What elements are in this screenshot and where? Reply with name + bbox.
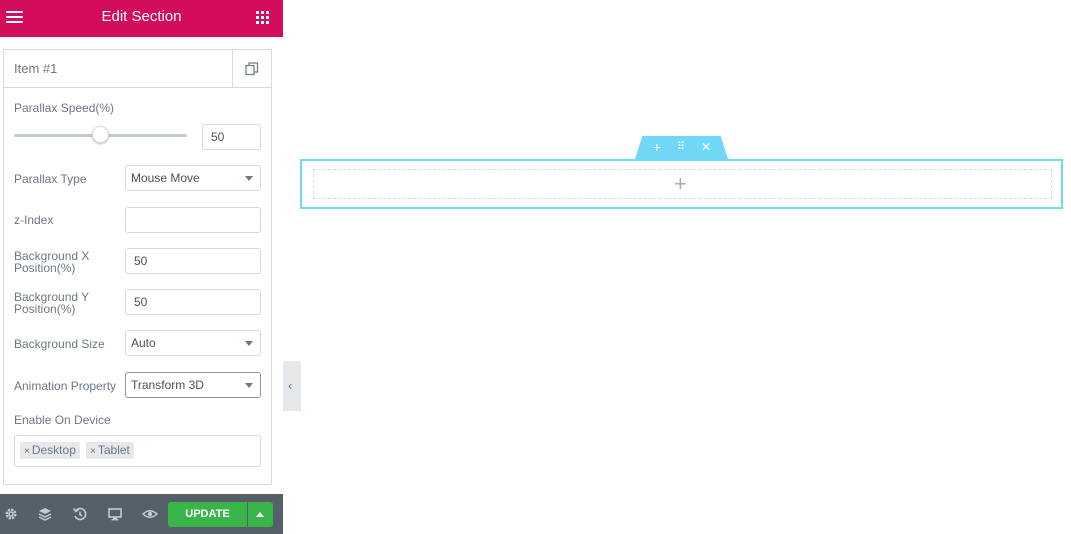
background-size-select[interactable]: Auto [125, 330, 261, 356]
device-tag-desktop: × Desktop [20, 442, 80, 459]
enable-on-device-label: Enable On Device [14, 413, 111, 427]
repeater-item-title: Item #1 [14, 61, 58, 76]
device-multiselect[interactable]: × Desktop × Tablet [14, 435, 261, 467]
background-y-input[interactable]: 50 [125, 289, 261, 315]
device-tag-label: Tablet [97, 443, 130, 457]
drag-section-icon[interactable]: ⠿ [673, 139, 689, 156]
parallax-type-value: Mouse Move [131, 171, 200, 185]
z-index-input[interactable] [125, 207, 261, 233]
panel-collapse-button[interactable]: ‹ [283, 361, 301, 411]
duplicate-button[interactable] [232, 50, 271, 88]
remove-tag-icon[interactable]: × [90, 446, 96, 457]
editor-panel: Edit Section Item #1 Parallax Speed(%) 5… [0, 0, 283, 534]
parallax-speed-input[interactable]: 50 [202, 124, 261, 150]
repeater-item: Item #1 Parallax Speed(%) 50 Parallax Ty… [3, 49, 272, 485]
update-button[interactable]: UPDATE [168, 502, 247, 527]
repeater-item-header[interactable]: Item #1 [4, 50, 271, 88]
panel-footer: UPDATE [0, 494, 283, 534]
add-widget-icon[interactable]: + [674, 173, 687, 195]
remove-tag-icon[interactable]: × [24, 446, 30, 457]
editor-section[interactable]: + [300, 159, 1063, 209]
animation-property-select[interactable]: Transform 3D [125, 372, 261, 398]
duplicate-icon [245, 62, 259, 76]
z-index-label: z-Index [14, 213, 54, 227]
parallax-type-label: Parallax Type [14, 172, 87, 186]
chevron-down-icon [245, 383, 253, 388]
chevron-up-icon [256, 512, 264, 517]
animation-property-value: Transform 3D [131, 378, 204, 392]
history-icon[interactable] [71, 505, 89, 523]
add-section-icon[interactable]: + [649, 139, 665, 156]
chevron-down-icon [245, 176, 253, 181]
chevron-down-icon [245, 341, 253, 346]
layers-icon[interactable] [36, 505, 54, 523]
close-section-icon[interactable]: ✕ [698, 139, 714, 156]
parallax-type-select[interactable]: Mouse Move [125, 165, 261, 191]
background-size-label: Background Size [14, 337, 105, 351]
panel-body: Item #1 Parallax Speed(%) 50 Parallax Ty… [0, 37, 283, 494]
responsive-icon[interactable] [106, 505, 124, 523]
parallax-speed-label: Parallax Speed(%) [14, 101, 115, 115]
background-y-label-line2: Position(%) [14, 302, 76, 316]
section-handle: + ⠿ ✕ [635, 136, 728, 159]
settings-icon[interactable] [2, 505, 20, 523]
device-tag-label: Desktop [31, 443, 76, 457]
widgets-grid-icon[interactable] [256, 11, 270, 25]
background-size-value: Auto [131, 336, 156, 350]
empty-column[interactable]: + [313, 169, 1052, 199]
background-y-label: Background Y Position(%) [14, 291, 89, 315]
device-tag-tablet: × Tablet [86, 442, 134, 459]
animation-property-label: Animation Property [14, 379, 117, 393]
background-x-label-line2: Position(%) [14, 261, 76, 275]
save-options-button[interactable] [248, 502, 273, 527]
background-x-input[interactable]: 50 [125, 248, 261, 274]
chevron-left-icon: ‹ [288, 378, 293, 393]
preview-icon[interactable] [141, 505, 159, 523]
panel-title: Edit Section [101, 8, 182, 25]
parallax-speed-slider-handle[interactable] [92, 126, 109, 143]
background-x-label: Background X Position(%) [14, 250, 89, 274]
panel-header: Edit Section [0, 0, 283, 37]
